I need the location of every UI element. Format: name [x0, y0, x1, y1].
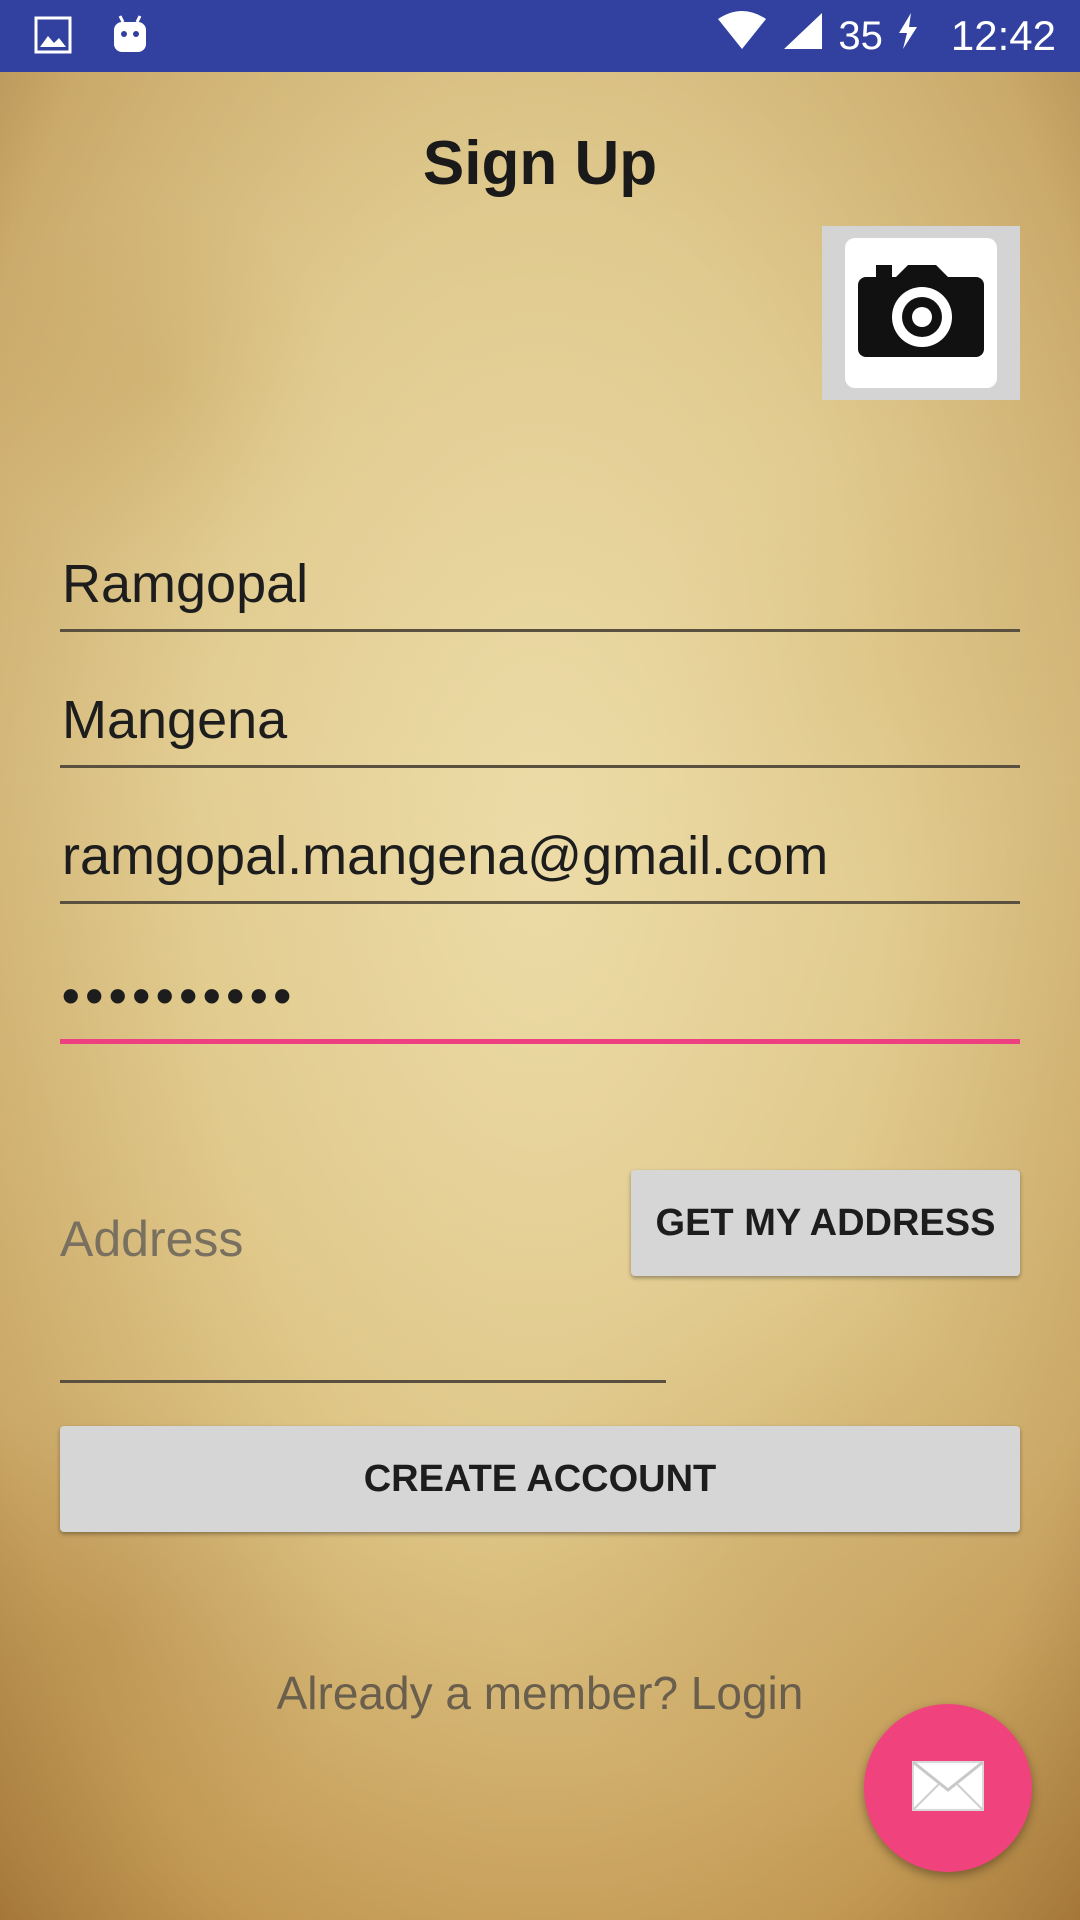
status-notification-icons	[34, 14, 150, 61]
mail-icon	[911, 1760, 985, 1817]
page-title: Sign Up	[422, 129, 658, 198]
mail-fab-button[interactable]	[864, 1704, 1032, 1872]
create-account-button[interactable]: CREATE ACCOUNT	[60, 1426, 1020, 1532]
status-system-icons: 35 12:42	[716, 0, 1056, 72]
first-name-field[interactable]: Ramgopal	[60, 542, 1020, 632]
address-field[interactable]: Address	[60, 1180, 666, 1383]
clock: 12:42	[950, 12, 1056, 59]
battery-level: 35	[838, 13, 883, 58]
password-field[interactable]: ••••••••••	[60, 952, 1020, 1044]
profile-photo-preview	[845, 238, 997, 388]
email-field[interactable]: ramgopal.mangena@gmail.com	[60, 814, 1020, 904]
password-value: ••••••••••	[62, 968, 298, 1024]
last-name-value: Mangena	[62, 690, 288, 750]
image-icon	[34, 16, 72, 59]
profile-photo-button[interactable]	[822, 226, 1020, 400]
charging-icon	[897, 11, 919, 61]
get-my-address-button[interactable]: GET MY ADDRESS	[631, 1170, 1020, 1276]
last-name-field[interactable]: Mangena	[60, 678, 1020, 768]
address-placeholder: Address	[60, 1211, 244, 1267]
first-name-value: Ramgopal	[62, 554, 309, 614]
camera-icon	[856, 263, 986, 364]
wifi-icon	[716, 11, 768, 61]
signal-icon	[782, 11, 824, 61]
android-icon	[110, 14, 150, 61]
signup-screen: 35 12:42 Sign Up Ramgopal Mangena ramgop…	[0, 0, 1080, 1920]
email-value: ramgopal.mangena@gmail.com	[62, 826, 829, 886]
status-bar: 35 12:42	[0, 0, 1080, 72]
